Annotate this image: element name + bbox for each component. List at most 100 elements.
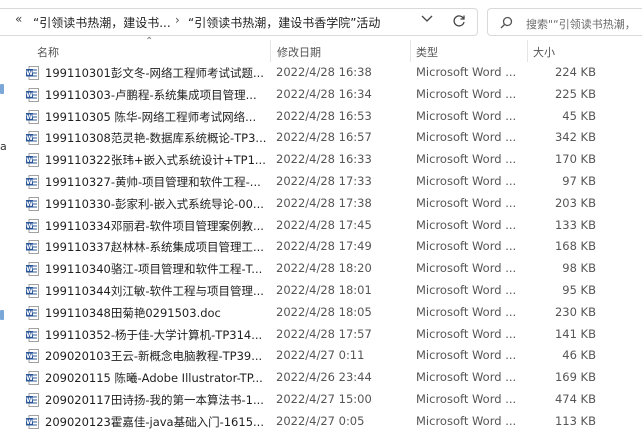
breadcrumb-overflow-icon[interactable]: « bbox=[15, 12, 22, 26]
file-row[interactable]: W 199110340骆江-项目管理和软件工程-T... 2022/4/28 1… bbox=[12, 258, 642, 280]
breadcrumb-separator-icon[interactable]: › bbox=[175, 13, 180, 27]
file-type: Microsoft Word ... bbox=[416, 370, 517, 385]
file-size: 170 KB bbox=[554, 152, 596, 167]
file-date: 2022/4/28 18:01 bbox=[276, 283, 372, 297]
file-row[interactable]: W 209020103王云-新概念电脑教程-TP39... 2022/4/27 … bbox=[12, 345, 642, 367]
svg-text:W: W bbox=[26, 288, 33, 295]
file-type: Microsoft Word ... bbox=[416, 348, 517, 363]
file-date: 2022/4/28 17:33 bbox=[276, 174, 372, 188]
file-size: 95 KB bbox=[562, 283, 596, 297]
breadcrumb-current-folder[interactable]: “引领读书热潮，建设书香学院”活动 bbox=[188, 14, 380, 31]
word-document-icon: W bbox=[26, 87, 39, 102]
column-divider[interactable] bbox=[527, 40, 528, 62]
file-date: 2022/4/28 16:38 bbox=[276, 65, 372, 79]
file-size: 224 KB bbox=[554, 65, 596, 79]
file-row[interactable]: W 199110303-卢鹏程-系统集成项目管理... 2022/4/28 16… bbox=[12, 84, 642, 106]
file-date: 2022/4/28 17:38 bbox=[276, 195, 372, 210]
word-document-icon: W bbox=[26, 262, 39, 277]
file-row[interactable]: W 209020117田诗扬-我的第一本算法书-1... 2022/4/27 1… bbox=[12, 389, 642, 411]
column-divider[interactable] bbox=[410, 40, 411, 62]
word-document-icon: W bbox=[26, 327, 39, 342]
svg-text:W: W bbox=[26, 223, 33, 230]
column-header-name[interactable]: 名称 bbox=[37, 44, 59, 60]
file-size: 225 KB bbox=[554, 86, 596, 101]
file-type: Microsoft Word ... bbox=[416, 413, 517, 428]
file-row[interactable]: W 199110348田菊艳0291503.doc 2022/4/28 18:0… bbox=[12, 302, 642, 324]
svg-text:W: W bbox=[26, 266, 33, 273]
file-size: 474 KB bbox=[554, 392, 596, 406]
svg-text:W: W bbox=[26, 114, 33, 121]
word-document-icon: W bbox=[26, 196, 39, 211]
file-date: 2022/4/27 0:11 bbox=[276, 348, 365, 363]
file-row[interactable]: W 199110305 陈华-网络工程师考试网络... 2022/4/28 16… bbox=[12, 106, 642, 128]
search-icon bbox=[500, 16, 513, 29]
file-type: Microsoft Word ... bbox=[416, 130, 517, 145]
file-row[interactable]: W 209020115 陈曦-Adobe Illustrator-TP... 2… bbox=[12, 367, 642, 389]
navigation-pane[interactable] bbox=[0, 40, 12, 441]
column-header-date[interactable]: 修改日期 bbox=[277, 44, 321, 60]
file-date: 2022/4/28 17:57 bbox=[276, 326, 372, 341]
file-size: 141 KB bbox=[554, 326, 596, 341]
file-row[interactable]: W 199110334邓丽君-软件项目管理案例教... 2022/4/28 17… bbox=[12, 215, 642, 237]
chevron-down-icon[interactable] bbox=[421, 14, 433, 24]
file-type: Microsoft Word ... bbox=[416, 239, 517, 254]
file-name: 199110327-黄帅-项目管理和软件工程-... bbox=[45, 175, 261, 189]
nav-item-label[interactable]: a bbox=[0, 140, 7, 153]
file-row[interactable]: W 199110301彭文冬-网络工程师考试试题... 2022/4/28 16… bbox=[12, 62, 642, 84]
nav-item-icon[interactable] bbox=[0, 310, 4, 320]
svg-text:W: W bbox=[26, 135, 33, 142]
word-document-icon: W bbox=[26, 175, 39, 189]
file-name: 209020123霍嘉佳-java基础入门-1615... bbox=[45, 414, 264, 429]
file-type: Microsoft Word ... bbox=[416, 195, 517, 210]
file-size: 98 KB bbox=[562, 261, 596, 276]
file-date: 2022/4/27 15:00 bbox=[276, 392, 372, 406]
svg-text:W: W bbox=[26, 244, 33, 251]
file-size: 230 KB bbox=[554, 304, 596, 319]
column-divider[interactable] bbox=[270, 40, 271, 62]
file-date: 2022/4/28 16:53 bbox=[276, 108, 372, 123]
file-type: Microsoft Word ... bbox=[416, 261, 517, 276]
file-name: 199110305 陈华-网络工程师考试网络... bbox=[45, 109, 257, 124]
refresh-icon[interactable] bbox=[452, 14, 466, 28]
file-name: 199110337赵林林-系统集成项目管理工... bbox=[45, 240, 264, 255]
file-size: 113 KB bbox=[554, 413, 596, 428]
file-size: 97 KB bbox=[562, 174, 596, 188]
file-type: Microsoft Word ... bbox=[416, 326, 517, 341]
file-date: 2022/4/26 23:44 bbox=[276, 370, 372, 385]
file-date: 2022/4/28 18:20 bbox=[276, 261, 372, 276]
file-name: 199110301彭文冬-网络工程师考试试题... bbox=[45, 66, 264, 80]
file-size: 45 KB bbox=[562, 108, 596, 123]
file-size: 133 KB bbox=[554, 217, 596, 232]
file-date: 2022/4/27 0:05 bbox=[276, 413, 365, 428]
svg-text:W: W bbox=[26, 375, 33, 382]
file-row[interactable]: W 209020123霍嘉佳-java基础入门-1615... 2022/4/2… bbox=[12, 411, 642, 433]
word-document-icon: W bbox=[26, 284, 39, 298]
file-type: Microsoft Word ... bbox=[416, 108, 517, 123]
sort-ascending-icon: ⌃ bbox=[145, 36, 154, 47]
nav-item-icon[interactable] bbox=[0, 84, 4, 94]
column-header-type[interactable]: 类型 bbox=[416, 44, 438, 60]
file-name: 199110352-杨于佳-大学计算机-TP314... bbox=[45, 327, 263, 342]
column-header-size[interactable]: 大小 bbox=[533, 44, 555, 60]
word-document-icon: W bbox=[26, 305, 39, 320]
breadcrumb-parent-folder[interactable]: “引领读书热潮，建设书... bbox=[33, 14, 171, 31]
svg-text:W: W bbox=[26, 310, 33, 317]
file-type: Microsoft Word ... bbox=[416, 86, 517, 101]
svg-text:W: W bbox=[26, 157, 33, 164]
file-name: 199110348田菊艳0291503.doc bbox=[45, 305, 221, 320]
file-row[interactable]: W 199110322张玮+嵌入式系统设计+TP1... 2022/4/28 1… bbox=[12, 149, 642, 171]
file-size: 46 KB bbox=[562, 348, 596, 363]
file-row[interactable]: W 199110337赵林林-系统集成项目管理工... 2022/4/28 17… bbox=[12, 236, 642, 258]
file-row[interactable]: W 199110344刘江敏-软件工程与项目管理... 2022/4/28 18… bbox=[12, 280, 642, 302]
svg-text:W: W bbox=[26, 353, 33, 360]
file-row[interactable]: W 199110330-彭家利-嵌入式系统导论-00... 2022/4/28 … bbox=[12, 193, 642, 215]
search-input[interactable]: 搜索"“引领读书热潮， bbox=[526, 16, 636, 32]
file-type: Microsoft Word ... bbox=[416, 283, 517, 297]
file-date: 2022/4/28 17:49 bbox=[276, 239, 372, 254]
file-row[interactable]: W 199110327-黄帅-项目管理和软件工程-... 2022/4/28 1… bbox=[12, 171, 642, 193]
file-row[interactable]: W 199110308范灵艳-数据库系统概论-TP3... 2022/4/28 … bbox=[12, 127, 642, 149]
word-document-icon: W bbox=[26, 240, 39, 255]
svg-text:W: W bbox=[26, 397, 33, 404]
svg-text:W: W bbox=[26, 70, 33, 77]
file-row[interactable]: W 199110352-杨于佳-大学计算机-TP314... 2022/4/28… bbox=[12, 324, 642, 346]
